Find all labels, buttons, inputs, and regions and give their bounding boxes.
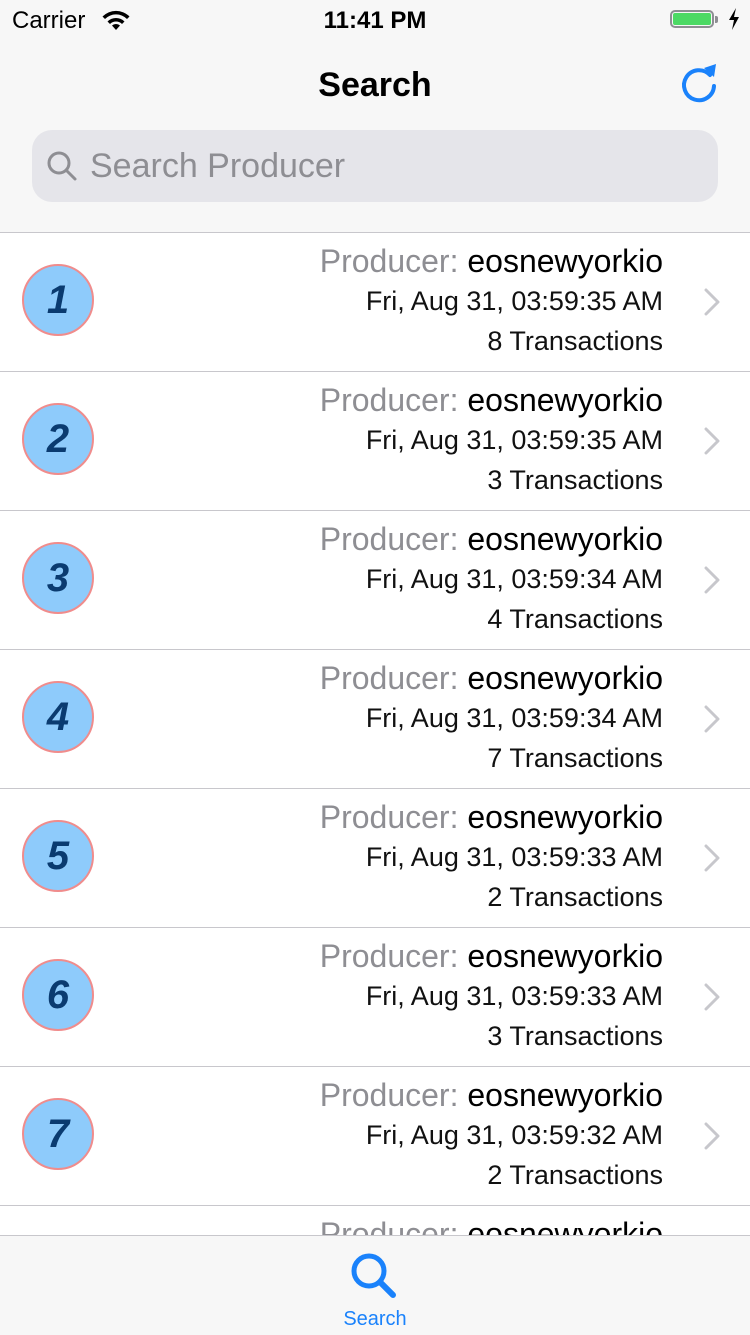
chevron-right-icon xyxy=(704,288,720,321)
search-bar[interactable] xyxy=(32,130,718,202)
block-date: Fri, Aug 31, 03:59:34 AM xyxy=(365,564,663,594)
block-date: Fri, Aug 31, 03:59:32 AM xyxy=(365,1120,663,1150)
transaction-count: 8 Transactions xyxy=(487,326,663,356)
block-number-badge: 1 xyxy=(22,264,94,336)
list-item[interactable]: 3 Producer: eosnewyorkio Fri, Aug 31, 03:5… xyxy=(0,511,750,650)
chevron-right-icon xyxy=(704,983,720,1016)
row-info: Producer: eosnewyorkio xyxy=(320,1214,663,1235)
producer-name: eosnewyorkio xyxy=(467,382,663,418)
producer-name: eosnewyorkio xyxy=(467,1077,663,1113)
refresh-button[interactable] xyxy=(676,60,724,108)
producer-name: eosnewyorkio xyxy=(467,521,663,557)
row-info: Producer: eosnewyorkio Fri, Aug 31, 03:59… xyxy=(320,797,663,917)
producer-name: eosnewyorkio xyxy=(467,938,663,974)
status-bar: Carrier 11:41 PM xyxy=(0,0,750,40)
block-number-badge: 4 xyxy=(22,681,94,753)
block-number-badge: 3 xyxy=(22,542,94,614)
list-item[interactable]: 5 Producer: eosnewyorkio Fri, Aug 31, 03:5… xyxy=(0,789,750,928)
list-item[interactable]: 4 Producer: eosnewyorkio Fri, Aug 31, 03:5… xyxy=(0,650,750,789)
producer-label: Producer: xyxy=(319,799,459,835)
status-time: 11:41 PM xyxy=(323,7,427,34)
producer-line: Producer: eosnewyorkio xyxy=(320,241,663,281)
transaction-count: 2 Transactions xyxy=(487,882,663,912)
producer-label: Producer: xyxy=(319,521,459,557)
battery-icon xyxy=(670,10,720,30)
block-date: Fri, Aug 31, 03:59:33 AM xyxy=(365,981,663,1011)
charging-bolt-icon xyxy=(727,8,741,37)
list-item[interactable]: 6 Producer: eosnewyorkio Fri, Aug 31, 03:5… xyxy=(0,928,750,1067)
row-info: Producer: eosnewyorkio Fri, Aug 31, 03:59… xyxy=(320,936,663,1056)
list-item[interactable]: 2 Producer: eosnewyorkio Fri, Aug 31, 03:5… xyxy=(0,372,750,511)
search-icon xyxy=(347,1250,403,1307)
row-info: Producer: eosnewyorkio Fri, Aug 31, 03:59… xyxy=(320,658,663,778)
chevron-right-icon xyxy=(704,566,720,599)
navigation-bar: Search xyxy=(0,40,750,233)
producer-name: eosnewyorkio xyxy=(467,243,663,279)
search-input[interactable] xyxy=(90,130,700,202)
chevron-right-icon xyxy=(704,427,720,460)
tab-bar: Search xyxy=(0,1235,750,1335)
row-info: Producer: eosnewyorkio Fri, Aug 31, 03:59… xyxy=(320,380,663,500)
producer-name: eosnewyorkio xyxy=(467,1216,663,1235)
producer-line: Producer: eosnewyorkio xyxy=(320,519,663,559)
transaction-count: 2 Transactions xyxy=(487,1160,663,1190)
refresh-icon xyxy=(682,64,716,103)
block-date: Fri, Aug 31, 03:59:34 AM xyxy=(365,703,663,733)
producer-label: Producer: xyxy=(319,1216,459,1235)
list-item[interactable]: 1 Producer: eosnewyorkio Fri, Aug 31, 03:5… xyxy=(0,233,750,372)
chevron-right-icon xyxy=(704,705,720,738)
block-date: Fri, Aug 31, 03:59:35 AM xyxy=(365,286,663,316)
row-info: Producer: eosnewyorkio Fri, Aug 31, 03:59… xyxy=(320,519,663,639)
producer-name: eosnewyorkio xyxy=(467,660,663,696)
transaction-count: 3 Transactions xyxy=(487,1021,663,1051)
producer-name: eosnewyorkio xyxy=(467,799,663,835)
producer-label: Producer: xyxy=(319,382,459,418)
transaction-count: 3 Transactions xyxy=(487,465,663,495)
block-date: Fri, Aug 31, 03:59:33 AM xyxy=(365,842,663,872)
producer-line: Producer: eosnewyorkio xyxy=(320,658,663,698)
block-number-badge: 5 xyxy=(22,820,94,892)
producer-label: Producer: xyxy=(319,938,459,974)
list-item[interactable]: 8Producer: eosnewyorkio xyxy=(0,1206,750,1235)
producer-label: Producer: xyxy=(319,243,459,279)
tab-search[interactable]: Search xyxy=(325,1236,425,1335)
chevron-right-icon xyxy=(704,844,720,877)
list-item[interactable]: 7 Producer: eosnewyorkio Fri, Aug 31, 03:5… xyxy=(0,1067,750,1206)
producer-label: Producer: xyxy=(319,1077,459,1113)
tab-label: Search xyxy=(343,1308,407,1330)
block-number-badge: 6 xyxy=(22,959,94,1031)
block-date: Fri, Aug 31, 03:59:35 AM xyxy=(365,425,663,455)
producer-line: Producer: eosnewyorkio xyxy=(320,936,663,976)
block-number-badge: 2 xyxy=(22,403,94,475)
producer-line: Producer: eosnewyorkio xyxy=(320,1214,663,1235)
block-number-badge: 7 xyxy=(22,1098,94,1170)
row-info: Producer: eosnewyorkio Fri, Aug 31, 03:59… xyxy=(320,241,663,361)
producer-line: Producer: eosnewyorkio xyxy=(320,1075,663,1115)
producer-label: Producer: xyxy=(319,660,459,696)
chevron-right-icon xyxy=(704,1122,720,1155)
transaction-count: 4 Transactions xyxy=(487,604,663,634)
producer-line: Producer: eosnewyorkio xyxy=(320,797,663,837)
producer-line: Producer: eosnewyorkio xyxy=(320,380,663,420)
row-info: Producer: eosnewyorkio Fri, Aug 31, 03:59… xyxy=(320,1075,663,1195)
block-list[interactable]: 1 Producer: eosnewyorkio Fri, Aug 31, 03:5… xyxy=(0,233,750,1235)
search-icon xyxy=(46,150,78,187)
page-title: Search xyxy=(318,66,432,104)
transaction-count: 7 Transactions xyxy=(487,743,663,773)
